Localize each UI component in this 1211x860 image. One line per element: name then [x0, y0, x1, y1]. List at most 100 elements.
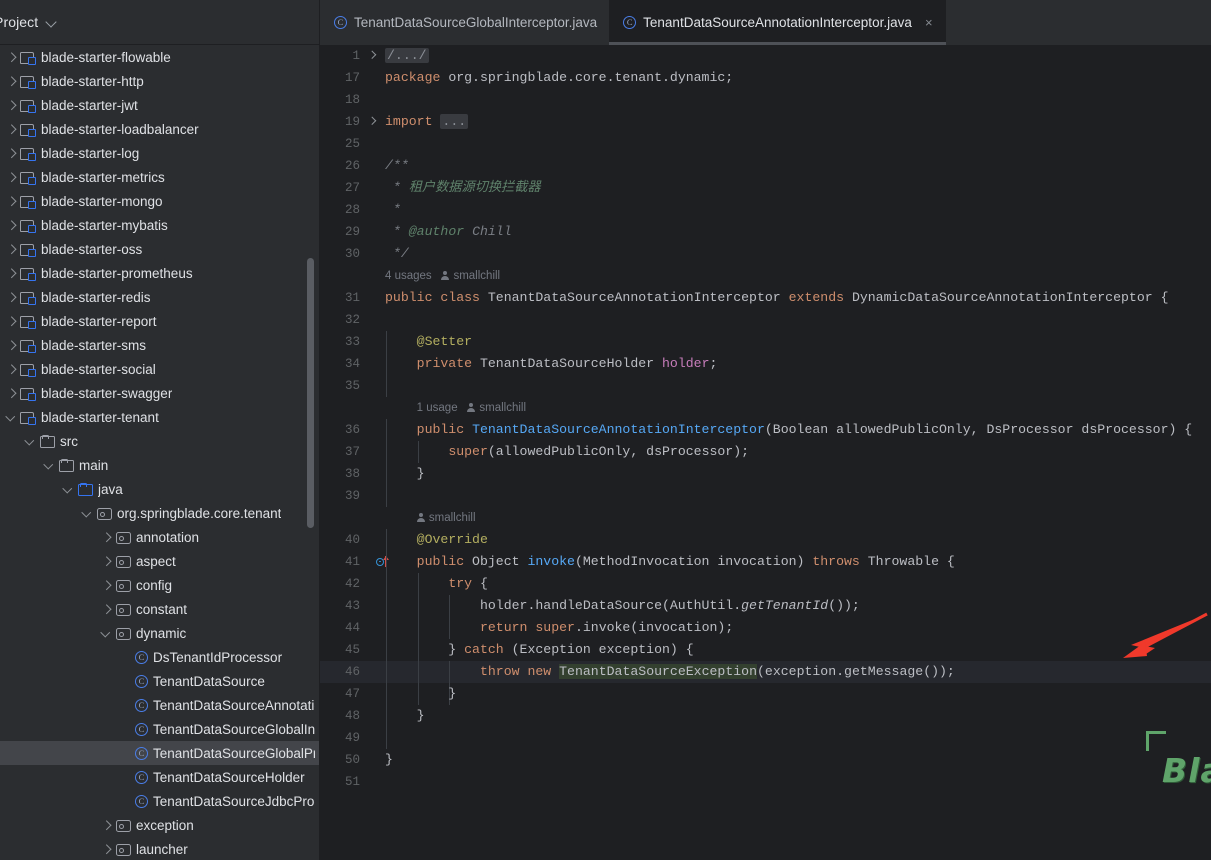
code-line[interactable]: 26 /** [320, 155, 1211, 177]
code-line[interactable]: 33 @Setter [320, 331, 1211, 353]
tree-row[interactable]: constant [0, 597, 319, 621]
code-line[interactable]: 45 } catch (Exception exception) { [320, 639, 1211, 661]
tree-row[interactable]: C TenantDataSource [0, 669, 319, 693]
chevron-right-icon[interactable] [99, 843, 112, 856]
chevron-right-icon[interactable] [4, 147, 17, 160]
chevron-right-icon[interactable] [4, 363, 17, 376]
chevron-right-icon[interactable] [4, 171, 17, 184]
fold-chevron-icon[interactable] [367, 45, 379, 67]
chevron-right-icon[interactable] [4, 339, 17, 352]
code-line[interactable]: 31 public class TenantDataSourceAnnotatio… [320, 287, 1211, 309]
code-line[interactable]: 35 [320, 375, 1211, 397]
tree-row[interactable]: java [0, 477, 319, 501]
code-line[interactable]: 47 } [320, 683, 1211, 705]
tree-row[interactable]: C TenantDataSourceAnnotationInterceptor [0, 693, 319, 717]
tree-row[interactable]: blade-starter-tenant [0, 405, 319, 429]
code-line[interactable]: 43 holder.handleDataSource(AuthUtil.getT… [320, 595, 1211, 617]
chevron-down-icon[interactable] [61, 483, 74, 496]
tree-row[interactable]: C TenantDataSourceHolder [0, 765, 319, 789]
chevron-right-icon[interactable] [99, 555, 112, 568]
project-panel-header[interactable]: Project [0, 0, 319, 44]
code-vision-hint[interactable]: 4 usages smallchill [320, 265, 1211, 287]
code-line[interactable]: 48 } [320, 705, 1211, 727]
code-line[interactable]: 1 /.../ [320, 45, 1211, 67]
chevron-right-icon[interactable] [4, 387, 17, 400]
tree-row[interactable]: exception [0, 813, 319, 837]
chevron-down-icon[interactable] [46, 16, 58, 28]
tree-scrollbar-thumb[interactable] [307, 258, 314, 528]
tree-row[interactable]: blade-starter-redis [0, 285, 319, 309]
close-icon[interactable]: × [924, 16, 934, 29]
tree-row[interactable]: src [0, 429, 319, 453]
chevron-right-icon[interactable] [4, 315, 17, 328]
code-line[interactable]: 17 package org.springblade.core.tenant.dy… [320, 67, 1211, 89]
tree-row[interactable]: blade-starter-loadbalancer [0, 117, 319, 141]
code-line[interactable]: 28 * [320, 199, 1211, 221]
tree-row[interactable]: blade-starter-mybatis [0, 213, 319, 237]
chevron-right-icon[interactable] [99, 531, 112, 544]
code-vision-hint[interactable]: smallchill [320, 507, 1211, 529]
chevron-right-icon[interactable] [4, 123, 17, 136]
tree-row[interactable]: aspect [0, 549, 319, 573]
tree-row[interactable]: blade-starter-report [0, 309, 319, 333]
code-line[interactable]: 51 [320, 771, 1211, 793]
tree-row[interactable]: blade-starter-flowable [0, 45, 319, 69]
code-line[interactable]: 27 * 租户数据源切换拦截器 [320, 177, 1211, 199]
code-vision-hint[interactable]: 1 usage smallchill [320, 397, 1211, 419]
code-line[interactable]: 44 return super.invoke(invocation); [320, 617, 1211, 639]
fold-chevron-icon[interactable] [367, 111, 379, 133]
chevron-right-icon[interactable] [4, 195, 17, 208]
tree-row[interactable]: C DsTenantIdProcessor [0, 645, 319, 669]
chevron-down-icon[interactable] [99, 627, 112, 640]
chevron-right-icon[interactable] [4, 51, 17, 64]
tree-row[interactable]: C TenantDataSourceGlobalProcessor [0, 741, 319, 765]
chevron-down-icon[interactable] [80, 507, 93, 520]
chevron-right-icon[interactable] [4, 99, 17, 112]
code-line[interactable]: 39 [320, 485, 1211, 507]
code-line[interactable]: 38 } [320, 463, 1211, 485]
tree-row[interactable]: C TenantDataSourceGlobalInterceptor [0, 717, 319, 741]
code-line[interactable]: 18 [320, 89, 1211, 111]
tree-row[interactable]: blade-starter-oss [0, 237, 319, 261]
tree-row[interactable]: main [0, 453, 319, 477]
tree-row[interactable]: blade-starter-http [0, 69, 319, 93]
code-line[interactable]: 34 private TenantDataSourceHolder holder… [320, 353, 1211, 375]
code-line[interactable]: 40 @Override [320, 529, 1211, 551]
tree-row[interactable]: blade-starter-mongo [0, 189, 319, 213]
editor-tab[interactable]: C TenantDataSourceAnnotationInterceptor.j… [609, 0, 946, 45]
code-line[interactable]: 42 try { [320, 573, 1211, 595]
tree-row[interactable]: blade-starter-swagger [0, 381, 319, 405]
chevron-right-icon[interactable] [4, 243, 17, 256]
chevron-right-icon[interactable] [99, 819, 112, 832]
code-line[interactable]: 50} [320, 749, 1211, 771]
code-line[interactable]: 36 public TenantDataSourceAnnotationInte… [320, 419, 1211, 441]
code-line[interactable]: 30 */ [320, 243, 1211, 265]
code-line[interactable]: 25 [320, 133, 1211, 155]
chevron-down-icon[interactable] [23, 435, 36, 448]
code-line[interactable]: 46 throw new TenantDataSourceException(e… [320, 661, 1211, 683]
chevron-right-icon[interactable] [4, 219, 17, 232]
tree-row[interactable]: blade-starter-jwt [0, 93, 319, 117]
chevron-down-icon[interactable] [4, 411, 17, 424]
editor-tab[interactable]: C TenantDataSourceGlobalInterceptor.java [320, 0, 609, 45]
chevron-right-icon[interactable] [4, 75, 17, 88]
chevron-down-icon[interactable] [42, 459, 55, 472]
tree-row[interactable]: blade-starter-log [0, 141, 319, 165]
tree-row[interactable]: blade-starter-prometheus [0, 261, 319, 285]
code-editor[interactable]: 1 /.../ 17 package org.springblade.core.ten… [320, 45, 1211, 860]
code-line[interactable]: 41 public Object invoke(MethodInvocation… [320, 551, 1211, 573]
chevron-right-icon[interactable] [99, 579, 112, 592]
code-line[interactable]: 19 import ... [320, 111, 1211, 133]
tree-row[interactable]: C TenantDataSourceJdbcProcessor [0, 789, 319, 813]
project-tree[interactable]: blade-starter-flowable blade-starter-http… [0, 45, 319, 860]
tree-row[interactable]: blade-starter-metrics [0, 165, 319, 189]
tree-row[interactable]: org.springblade.core.tenant [0, 501, 319, 525]
chevron-right-icon[interactable] [4, 291, 17, 304]
tree-row[interactable]: annotation [0, 525, 319, 549]
code-line[interactable]: 49 [320, 727, 1211, 749]
chevron-right-icon[interactable] [99, 603, 112, 616]
tree-row[interactable]: dynamic [0, 621, 319, 645]
tree-row[interactable]: blade-starter-sms [0, 333, 319, 357]
tree-row[interactable]: launcher [0, 837, 319, 860]
tree-row[interactable]: config [0, 573, 319, 597]
